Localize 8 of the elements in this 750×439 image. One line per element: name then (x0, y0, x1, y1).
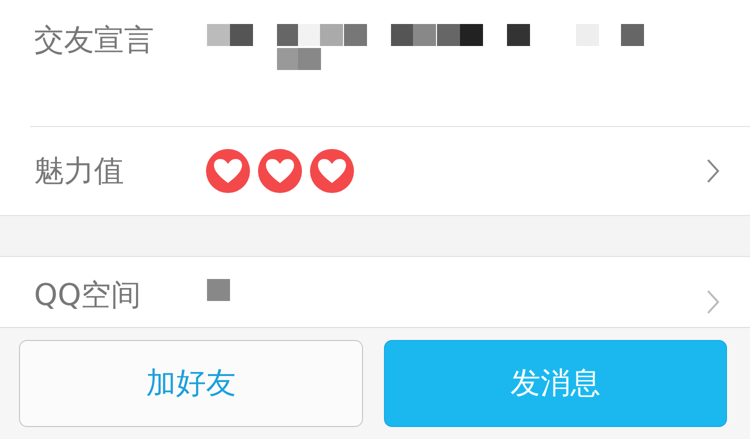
send-message-button[interactable]: 发消息 (384, 340, 727, 427)
field-label: 交友宣言 (34, 24, 155, 57)
add-friend-button[interactable]: 加好友 (19, 340, 362, 427)
field-label: 魅力值 (34, 154, 125, 188)
field-label: QQ空间 (34, 279, 142, 312)
redacted-text-drawing (207, 279, 230, 301)
chevron-icon (706, 158, 720, 184)
chevron-icon (706, 289, 720, 315)
